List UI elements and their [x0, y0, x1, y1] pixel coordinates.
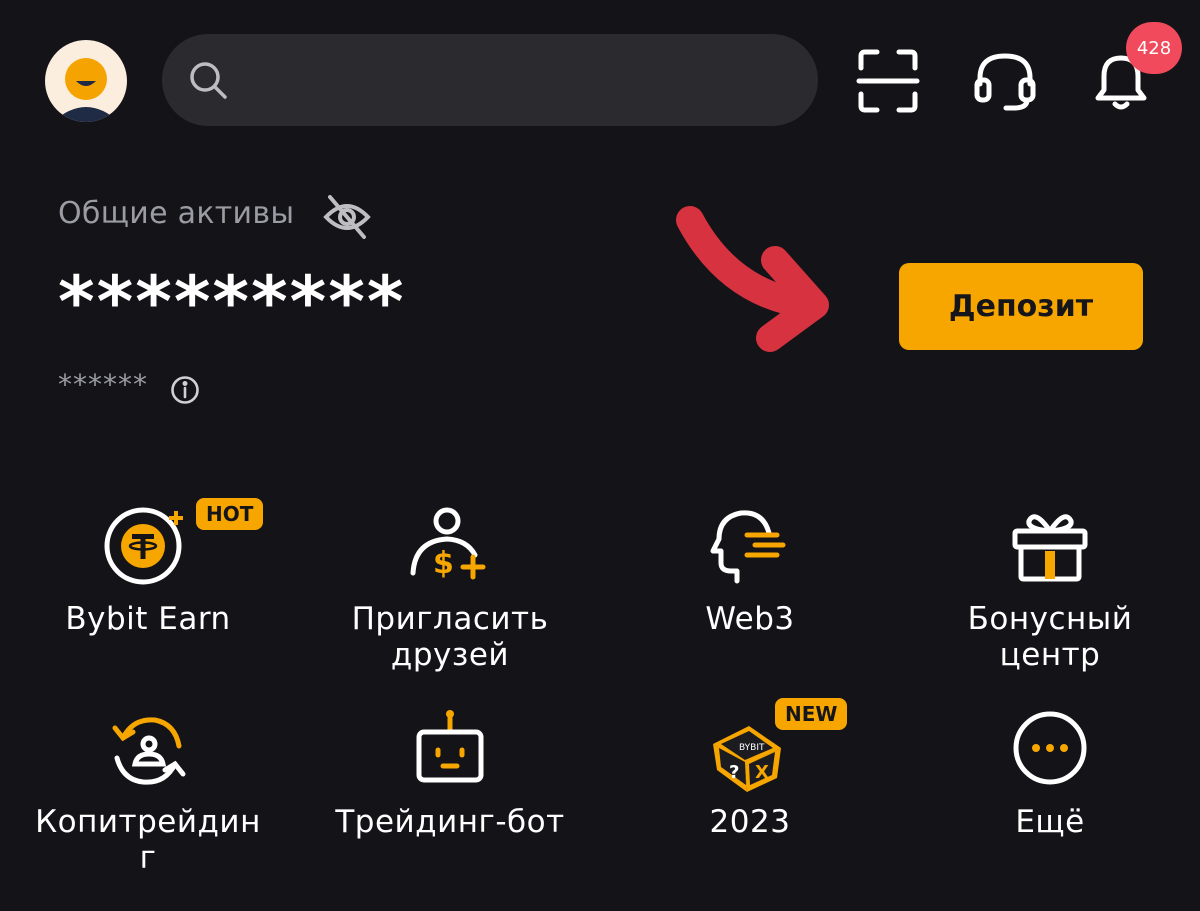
- gift-icon: [1012, 514, 1088, 582]
- scan-icon[interactable]: [853, 46, 923, 116]
- tile-label: Web3: [705, 601, 795, 637]
- tile-more[interactable]: Ещё: [920, 708, 1180, 840]
- eye-hidden-icon[interactable]: [322, 193, 372, 245]
- headset-support-icon[interactable]: [970, 46, 1040, 116]
- svg-text:$: $: [433, 546, 454, 581]
- tile-trading-bot[interactable]: Трейдинг-бот: [320, 708, 580, 840]
- copy-trading-icon: [112, 717, 186, 785]
- new-tag: NEW: [775, 698, 848, 730]
- svg-text:BYBIT: BYBIT: [739, 743, 765, 753]
- total-assets-label: Общие активы: [58, 196, 295, 231]
- tile-label: Копитрейдинг: [35, 804, 261, 876]
- web3-head-icon: [710, 510, 786, 584]
- hot-tag: HOT: [196, 498, 264, 530]
- sub-balance: ******: [58, 368, 148, 401]
- avatar[interactable]: [45, 40, 127, 122]
- search-icon: [190, 62, 227, 99]
- invite-friends-icon: $: [410, 507, 486, 581]
- tile-web3[interactable]: Web3: [620, 505, 880, 637]
- deposit-button[interactable]: Депозит: [899, 263, 1143, 350]
- info-icon[interactable]: [170, 375, 200, 409]
- svg-text:?: ?: [729, 762, 739, 783]
- more-icon: [1013, 711, 1087, 785]
- tile-copy-trading[interactable]: Копитрейдинг: [18, 708, 278, 876]
- red-arrow-annotation: [670, 200, 840, 364]
- tile-label: Трейдинг-бот: [335, 804, 565, 840]
- robot-icon: [416, 710, 484, 783]
- notification-badge: 428: [1126, 22, 1182, 74]
- svg-text:X: X: [755, 762, 769, 783]
- tile-invite-friends[interactable]: $ Пригласить друзей: [320, 505, 580, 673]
- tile-bonus-center[interactable]: Бонусный центр: [920, 505, 1180, 673]
- tile-label: Ещё: [1015, 804, 1085, 840]
- tile-2023[interactable]: ? X BYBIT NEW 2023: [620, 698, 880, 840]
- search-input[interactable]: [252, 34, 796, 128]
- tile-label: Бонусный центр: [967, 601, 1133, 673]
- total-balance: *********: [58, 261, 406, 343]
- search-bar[interactable]: [162, 34, 818, 128]
- tether-coin-icon: [104, 507, 183, 585]
- tile-label: Bybit Earn: [65, 601, 231, 637]
- tile-label: 2023: [709, 804, 791, 840]
- tile-label: Пригласить друзей: [351, 601, 549, 673]
- tile-bybit-earn[interactable]: HOT Bybit Earn: [18, 498, 278, 637]
